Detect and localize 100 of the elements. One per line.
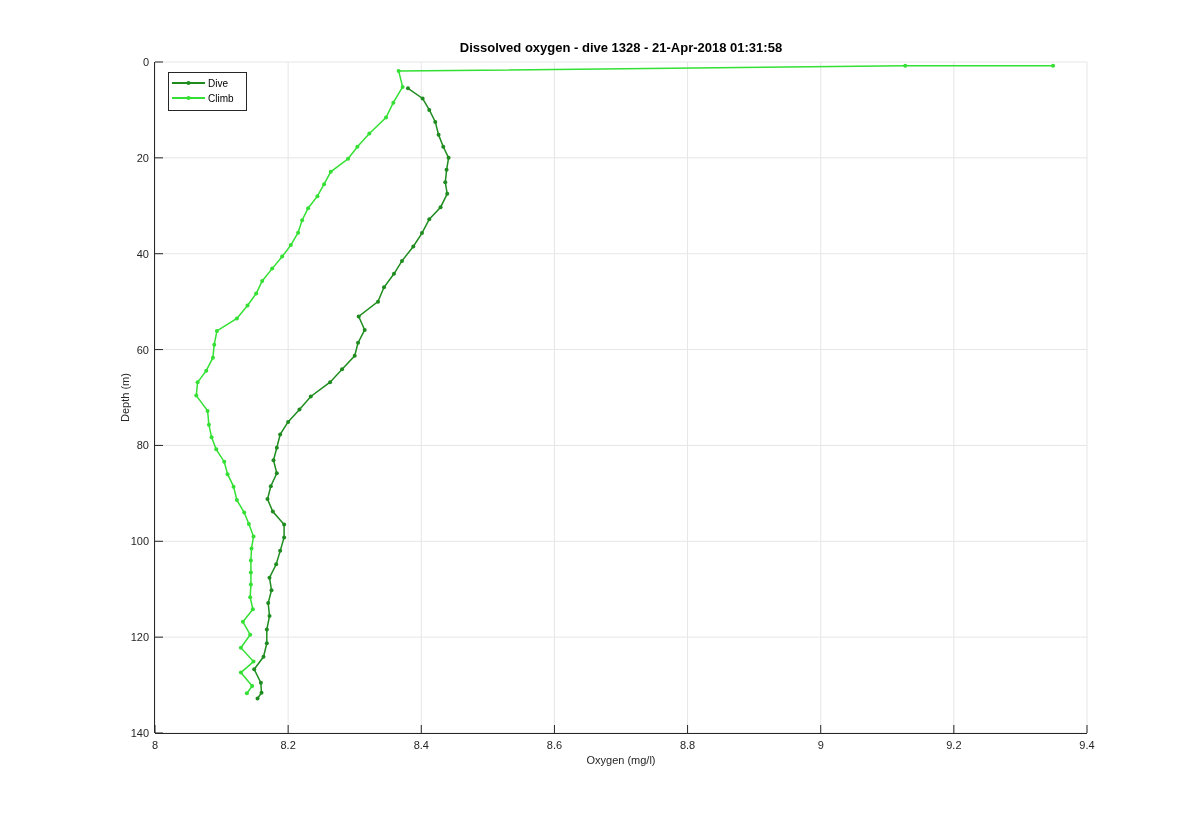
data-point bbox=[204, 368, 209, 373]
data-point bbox=[231, 484, 236, 489]
data-point bbox=[222, 459, 227, 464]
data-point bbox=[419, 231, 424, 236]
data-point bbox=[282, 522, 287, 527]
data-point bbox=[355, 144, 360, 149]
tick-label: 9.4 bbox=[1079, 739, 1095, 751]
tick-label: 8.8 bbox=[679, 739, 696, 751]
tick-label: 80 bbox=[136, 439, 149, 452]
data-point bbox=[269, 588, 274, 593]
data-point bbox=[248, 558, 253, 563]
data-point bbox=[254, 291, 259, 296]
data-point bbox=[250, 607, 255, 612]
data-point bbox=[242, 510, 247, 515]
data-point bbox=[206, 422, 211, 427]
data-point bbox=[445, 191, 450, 196]
data-point bbox=[194, 393, 199, 398]
data-point bbox=[238, 670, 243, 675]
tick-label: 9 bbox=[817, 739, 824, 751]
data-point bbox=[384, 115, 388, 120]
data-point bbox=[300, 218, 305, 223]
data-point bbox=[400, 258, 404, 263]
data-point bbox=[376, 299, 380, 304]
data-point bbox=[234, 498, 239, 503]
data-point bbox=[267, 614, 272, 619]
data-point bbox=[411, 244, 416, 249]
data-point bbox=[268, 484, 273, 489]
data-point bbox=[306, 206, 311, 211]
data-point bbox=[274, 562, 279, 567]
data-point bbox=[278, 548, 283, 553]
data-point bbox=[260, 279, 265, 284]
data-point bbox=[288, 243, 293, 248]
data-point bbox=[267, 575, 272, 580]
data-point bbox=[328, 380, 333, 385]
tick-label: 8.2 bbox=[280, 739, 296, 751]
data-point bbox=[249, 546, 254, 551]
data-point bbox=[438, 205, 443, 210]
data-point bbox=[252, 667, 257, 672]
legend-label: Dive bbox=[208, 78, 228, 89]
axis-label: Oxygen (mg/l) bbox=[586, 754, 656, 766]
data-point bbox=[195, 380, 200, 385]
data-point bbox=[1051, 63, 1056, 68]
data-point bbox=[251, 534, 256, 539]
tick-label: 8 bbox=[151, 739, 159, 751]
data-point bbox=[427, 217, 432, 222]
data-point bbox=[270, 266, 275, 271]
legend-label: Climb bbox=[208, 93, 234, 104]
legend-line-icon bbox=[171, 96, 206, 100]
data-point bbox=[250, 684, 255, 689]
data-point bbox=[392, 271, 396, 276]
data-point bbox=[433, 119, 438, 124]
data-point bbox=[264, 641, 269, 646]
data-point bbox=[271, 458, 276, 463]
tick-label: 40 bbox=[136, 247, 149, 260]
data-point bbox=[297, 407, 302, 412]
data-point bbox=[258, 680, 263, 685]
data-point bbox=[382, 285, 386, 290]
data-point bbox=[278, 432, 283, 437]
data-point bbox=[441, 144, 446, 149]
data-point bbox=[444, 167, 449, 172]
data-point bbox=[346, 156, 351, 161]
data-point bbox=[248, 570, 253, 575]
data-point bbox=[248, 595, 253, 600]
data-point bbox=[391, 100, 396, 105]
data-point bbox=[443, 180, 448, 185]
data-point bbox=[427, 107, 432, 112]
tick-label: 20 bbox=[136, 151, 149, 164]
data-point bbox=[286, 419, 291, 424]
data-point bbox=[270, 509, 275, 514]
data-point bbox=[396, 69, 401, 74]
data-point bbox=[266, 601, 271, 606]
data-point bbox=[296, 230, 301, 235]
data-point bbox=[210, 355, 215, 360]
tick-label: 140 bbox=[130, 727, 149, 739]
tick-label: 9.2 bbox=[946, 739, 962, 751]
tick-label: 60 bbox=[136, 343, 149, 356]
data-point bbox=[356, 340, 361, 345]
data-point bbox=[246, 522, 251, 527]
data-point bbox=[446, 155, 451, 160]
data-point bbox=[248, 582, 253, 587]
data-point bbox=[225, 472, 230, 477]
data-point bbox=[214, 447, 219, 452]
tick-label: 120 bbox=[130, 631, 149, 644]
data-point bbox=[251, 659, 256, 664]
data-point bbox=[340, 367, 345, 372]
data-point bbox=[420, 96, 425, 101]
data-point bbox=[248, 632, 253, 637]
data-point bbox=[356, 314, 361, 319]
data-point bbox=[274, 445, 279, 450]
data-point bbox=[308, 394, 313, 399]
data-point bbox=[265, 497, 270, 502]
data-point bbox=[244, 691, 249, 696]
chart-title: Dissolved oxygen - dive 1328 - 21-Apr-2018 01:31:58 bbox=[459, 40, 783, 55]
data-point bbox=[328, 169, 333, 174]
data-point bbox=[205, 408, 210, 413]
tick-label: 100 bbox=[130, 535, 149, 548]
tick-label: 8.6 bbox=[546, 739, 563, 751]
data-point bbox=[436, 132, 441, 137]
data-point bbox=[282, 535, 287, 540]
data-point bbox=[212, 342, 217, 347]
